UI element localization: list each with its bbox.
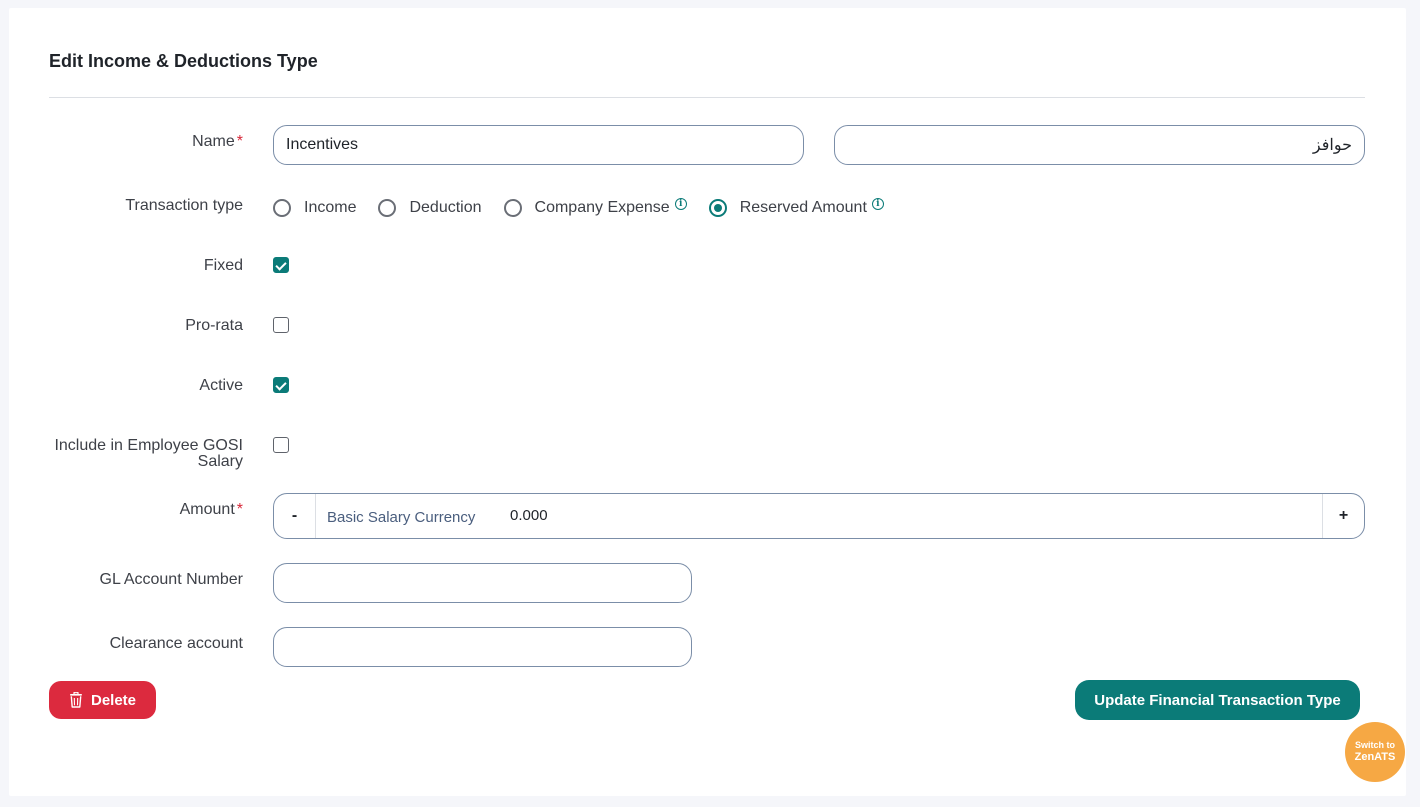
page-title: Edit Income & Deductions Type <box>49 51 318 71</box>
delete-button-label: Delete <box>90 691 137 709</box>
gosi-label: Include in Employee GOSI Salary <box>49 438 243 470</box>
name-label: Name * <box>192 133 243 150</box>
radio-deduction-circle[interactable] <box>378 199 397 217</box>
transaction-type-radio-group: Income Deduction Company Expense i Reser… <box>273 197 906 219</box>
radio-income[interactable]: Income <box>273 199 356 217</box>
fixed-checkbox[interactable] <box>273 257 289 273</box>
clearance-account-input[interactable] <box>273 627 692 667</box>
form-card: Edit Income & Deductions Type Name* Tran… <box>9 8 1406 796</box>
radio-company-expense-label: Company Expense <box>534 199 670 216</box>
radio-reserved-amount-circle[interactable] <box>708 199 727 217</box>
gl-account-input[interactable] <box>273 563 692 603</box>
radio-deduction-label: Deduction <box>409 199 482 216</box>
radio-company-expense-circle[interactable] <box>503 199 522 217</box>
gosi-label-line1: Include in Employee GOSI <box>54 437 243 454</box>
gl-account-label: GL Account Number <box>99 571 243 588</box>
switch-label: Switch to <box>1355 740 1395 750</box>
amount-currency: Basic Salary Currency <box>327 509 476 526</box>
pro-rata-checkbox[interactable] <box>273 317 289 333</box>
radio-income-label: Income <box>304 199 357 216</box>
switch-to-zenats-button[interactable]: Switch to ZenATS <box>1345 722 1405 782</box>
name-ar-input[interactable] <box>834 125 1365 165</box>
transaction-type-label: Transaction type <box>125 197 243 214</box>
info-icon[interactable]: i <box>674 198 687 210</box>
amount-stepper: - Basic Salary Currency 0.000 + <box>273 493 1365 539</box>
radio-reserved-amount[interactable]: Reserved Amount i <box>708 198 884 217</box>
radio-company-expense[interactable]: Company Expense i <box>503 198 687 217</box>
amount-label: Amount * <box>179 501 243 518</box>
active-checkbox[interactable] <box>273 377 289 393</box>
pro-rata-label: Pro-rata <box>185 317 243 334</box>
gosi-checkbox[interactable] <box>273 437 289 453</box>
radio-reserved-amount-label: Reserved Amount <box>739 199 867 216</box>
gosi-label-line2: Salary <box>197 453 243 470</box>
amount-increment-button[interactable]: + <box>1322 494 1364 538</box>
clearance-account-label: Clearance account <box>109 635 243 652</box>
zenats-label: ZenATS <box>1354 751 1396 763</box>
active-label: Active <box>199 377 243 394</box>
update-button[interactable]: Update Financial Transaction Type <box>1075 680 1360 720</box>
radio-income-circle[interactable] <box>273 199 291 217</box>
amount-decrement-button[interactable]: - <box>274 494 316 538</box>
title-divider <box>49 97 1365 98</box>
amount-input[interactable]: 0.000 <box>510 507 548 524</box>
name-en-input[interactable] <box>273 125 804 165</box>
info-icon[interactable]: i <box>871 198 884 210</box>
radio-deduction[interactable]: Deduction <box>378 199 482 217</box>
fixed-label: Fixed <box>203 257 243 274</box>
trash-icon <box>69 692 82 708</box>
delete-button[interactable]: Delete <box>49 681 156 719</box>
